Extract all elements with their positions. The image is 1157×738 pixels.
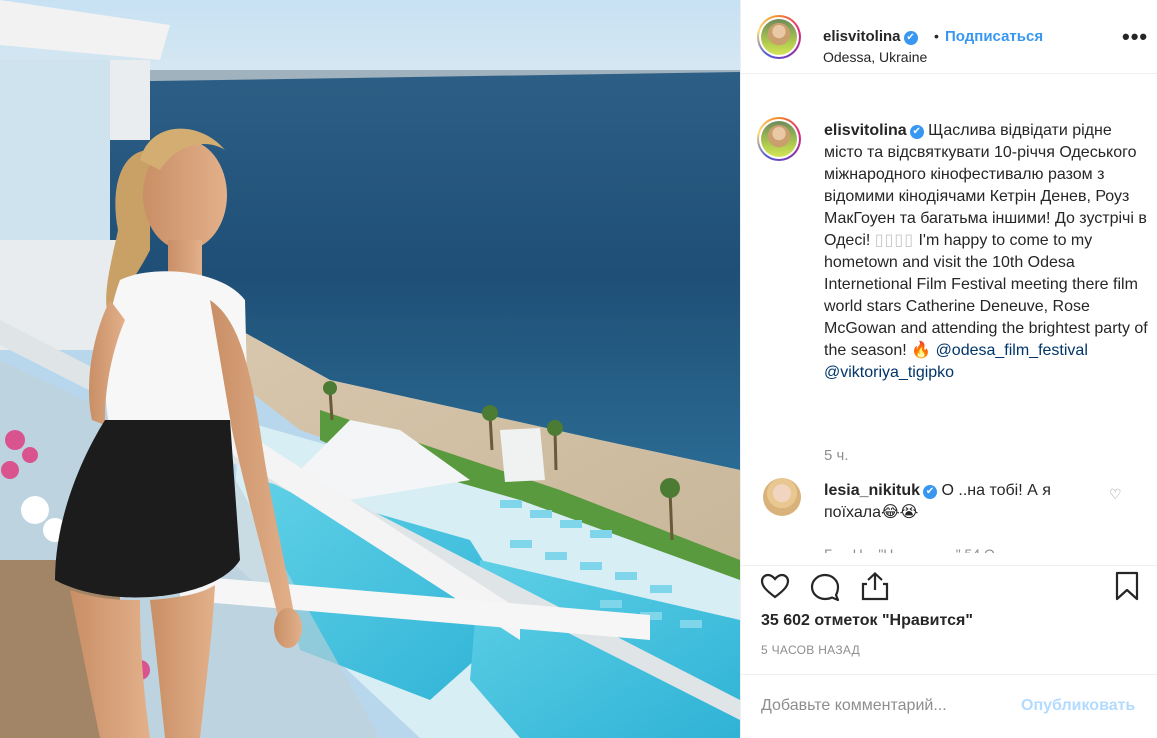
post-photo[interactable]: [0, 0, 740, 738]
mention-link[interactable]: @odesa_film_festival: [936, 342, 1088, 359]
share-icon[interactable]: [859, 570, 891, 602]
verified-badge-icon: ✔: [903, 31, 918, 45]
post-header: elisvitolina ✔ • Подписаться Odessa, Ukra…: [741, 0, 1157, 74]
add-comment-bar: Опубликовать: [741, 674, 1157, 738]
comments-list[interactable]: elisvitolina ✔ Щаслива відвідати рідне мі…: [741, 75, 1157, 565]
caption-text-en: I'm happy to come to my hometown and vis…: [824, 232, 1148, 359]
verified-badge-icon: ✔: [923, 485, 938, 499]
likes-count[interactable]: 35 602 отметок "Нравится": [761, 612, 973, 630]
photo-scene: [0, 0, 740, 738]
post-sidebar: elisvitolina ✔ • Подписаться Odessa, Ukra…: [740, 0, 1157, 738]
avatar-image: [761, 121, 797, 157]
action-bar: [741, 565, 1157, 611]
caption-avatar[interactable]: [757, 117, 801, 161]
caption-time: 5 ч.: [824, 447, 849, 464]
more-options-icon[interactable]: •••: [1122, 24, 1148, 50]
post-caption: elisvitolina ✔ Щаслива відвідати рідне мі…: [824, 120, 1154, 384]
mention-link[interactable]: @viktoriya_tigipko: [824, 364, 954, 381]
post-timestamp[interactable]: 5 ЧАСОВ НАЗАД: [761, 643, 860, 657]
fire-emoji: 🔥: [911, 342, 932, 359]
comment-like-heart-icon[interactable]: ♡: [1109, 486, 1122, 503]
author-username[interactable]: elisvitolina: [823, 28, 901, 45]
commenter-avatar[interactable]: [763, 478, 801, 516]
author-avatar[interactable]: [757, 15, 801, 59]
verified-badge-icon: ✔: [909, 125, 924, 139]
flag-emoji: ▯▯▯▯: [874, 232, 914, 249]
comment-truncated: Б__ Н__"Н________" 54 О__: [824, 543, 1010, 553]
commenter-username[interactable]: lesia_nikituk: [824, 482, 920, 499]
separator-dot: •: [934, 28, 939, 44]
caption-text-ua: Щаслива відвідати рідне місто та відсвят…: [824, 122, 1147, 249]
caption-username[interactable]: elisvitolina: [824, 122, 907, 139]
heart-icon[interactable]: [759, 570, 791, 602]
follow-button[interactable]: Подписаться: [945, 28, 1043, 45]
bookmark-icon[interactable]: [1111, 570, 1143, 602]
post-location[interactable]: Odessa, Ukraine: [823, 49, 927, 65]
comment-icon[interactable]: [809, 570, 841, 602]
avatar-image: [761, 19, 797, 55]
comment-input[interactable]: [761, 693, 1021, 719]
post-comment-button[interactable]: Опубликовать: [1021, 697, 1135, 715]
comment-text: lesia_nikituk ✔ О ..на тобі! А я поїхала😂…: [824, 480, 1104, 524]
